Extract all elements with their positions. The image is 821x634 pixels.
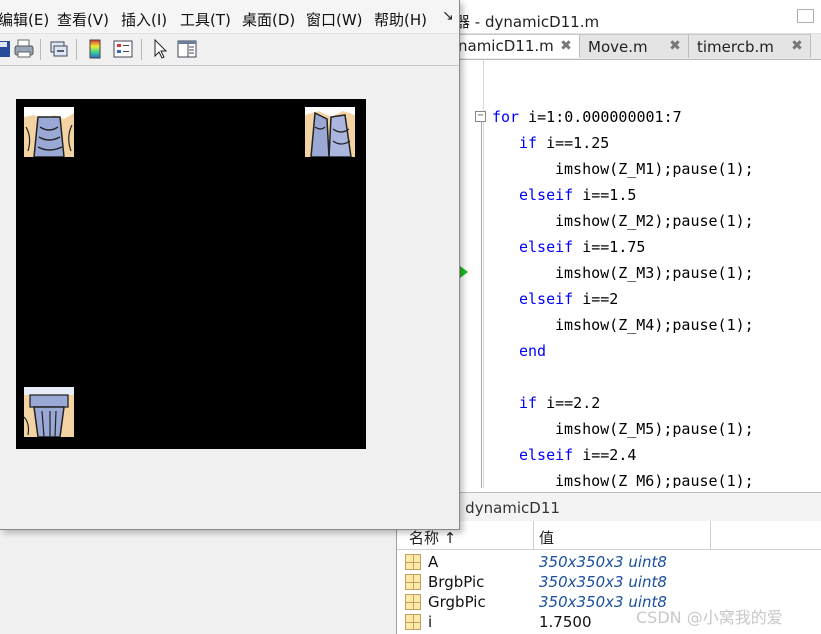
- variable-name: i: [428, 613, 433, 631]
- code-line[interactable]: elseif i==2.4: [519, 445, 636, 465]
- code-text: imshow(Z_M1);pause(1);: [555, 160, 754, 178]
- column-divider[interactable]: [710, 521, 711, 549]
- workspace-header: 名称 ↑ 值: [397, 521, 821, 550]
- menu-overflow-icon[interactable]: ↘: [442, 8, 454, 24]
- toolbar-separator: [76, 39, 77, 60]
- tab-move[interactable]: Move.m ✖: [580, 34, 689, 58]
- code-text: imshow(Z_M6);pause(1);: [555, 472, 754, 488]
- menu-window[interactable]: 窗口(W): [306, 9, 363, 30]
- variable-name: GrgbPic: [428, 593, 486, 611]
- colorbar-icon[interactable]: [84, 38, 106, 60]
- print-icon[interactable]: [13, 38, 35, 60]
- variable-value: 1.7500: [539, 613, 592, 631]
- code-line[interactable]: imshow(Z_M1);pause(1);: [555, 159, 754, 179]
- toolbar-separator: [40, 39, 41, 60]
- variable-value: 350x350x3 uint8: [539, 553, 667, 571]
- code-keyword: if: [519, 134, 538, 152]
- workspace-row[interactable]: BrgbPic 350x350x3 uint8: [397, 572, 821, 592]
- code-line[interactable]: elseif i==2: [519, 289, 618, 309]
- image-tile: [24, 387, 74, 437]
- figure-window: 编辑(E) 查看(V) 插入(I) 工具(T) 桌面(D) 窗口(W) 帮助(H…: [0, 0, 460, 530]
- workspace-titlebar[interactable]: - dynamicD11: [397, 492, 821, 522]
- code-text: imshow(Z_M2);pause(1);: [555, 212, 754, 230]
- close-icon[interactable]: ✖: [790, 38, 804, 54]
- code-text: i=1:0.000000001:7: [519, 108, 682, 126]
- code-keyword: end: [519, 342, 547, 360]
- menu-insert[interactable]: 插入(I): [121, 9, 167, 30]
- code-line[interactable]: if i==1.25: [519, 133, 609, 153]
- code-text: i==1.75: [573, 238, 646, 256]
- menu-view[interactable]: 查看(V): [57, 9, 109, 30]
- code-text: i==2.4: [573, 446, 637, 464]
- code-line[interactable]: end: [519, 341, 546, 361]
- code-text: imshow(Z_M3);pause(1);: [555, 264, 754, 282]
- tab-label: timercb.m: [697, 37, 774, 56]
- image-tile: [305, 107, 355, 157]
- image-tile: [24, 107, 74, 157]
- variable-icon: [405, 594, 421, 610]
- pointer-icon[interactable]: [149, 38, 171, 60]
- column-divider[interactable]: [533, 521, 534, 549]
- save-icon[interactable]: [0, 38, 14, 60]
- code-line[interactable]: if i==2.2: [519, 393, 600, 413]
- code-line[interactable]: imshow(Z_M2);pause(1);: [555, 211, 754, 231]
- property-editor-icon[interactable]: [176, 38, 198, 60]
- code-text: i==1.5: [573, 186, 637, 204]
- close-icon[interactable]: ✖: [668, 38, 682, 54]
- code-text: i==2.2: [537, 394, 601, 412]
- tab-dynamicD11[interactable]: namicD11.m ✖: [450, 34, 580, 58]
- maximize-button[interactable]: [797, 9, 814, 23]
- code-keyword: elseif: [519, 238, 574, 256]
- code-keyword: elseif: [519, 446, 574, 464]
- toolbar-separator: [141, 39, 142, 60]
- tab-timercb[interactable]: timercb.m ✖: [689, 34, 811, 58]
- legend-icon[interactable]: [112, 38, 134, 60]
- code-text: i==2: [573, 290, 619, 308]
- code-line[interactable]: imshow(Z_M5);pause(1);: [555, 419, 754, 439]
- workspace-row[interactable]: A 350x350x3 uint8: [397, 552, 821, 572]
- code-line[interactable]: imshow(Z_M4);pause(1);: [555, 315, 754, 335]
- execution-arrow-icon: [460, 266, 468, 278]
- editor-titlebar[interactable]: 器 - dynamicD11.m: [397, 0, 821, 34]
- tab-label: namicD11.m: [458, 37, 554, 55]
- code-line[interactable]: elseif i==1.75: [519, 237, 645, 257]
- code-line[interactable]: elseif i==1.5: [519, 185, 636, 205]
- code-line[interactable]: for i=1:0.000000001:7: [492, 107, 682, 127]
- fold-collapse-icon[interactable]: −: [475, 111, 486, 122]
- menu-desktop[interactable]: 桌面(D): [242, 9, 295, 30]
- variable-icon: [405, 614, 421, 630]
- watermark: CSDN @小窝我的爱: [636, 608, 783, 627]
- editor-tabbar: namicD11.m ✖ Move.m ✖ timercb.m ✖: [397, 34, 821, 60]
- menu-edit[interactable]: 编辑(E): [0, 9, 49, 30]
- tab-label: Move.m: [588, 37, 648, 56]
- close-icon[interactable]: ✖: [559, 38, 573, 54]
- code-keyword: for: [492, 108, 520, 126]
- code-text: imshow(Z_M4);pause(1);: [555, 316, 754, 334]
- fold-guide: [481, 122, 482, 488]
- menu-help[interactable]: 帮助(H): [374, 9, 427, 30]
- code-keyword: elseif: [519, 290, 574, 308]
- code-editor[interactable]: − for i=1:0.000000001:7 if i==1.25 imsho…: [397, 60, 821, 488]
- link-icon[interactable]: [48, 38, 70, 60]
- code-text: imshow(Z_M5);pause(1);: [555, 420, 754, 438]
- variable-name: A: [428, 553, 439, 571]
- code-line[interactable]: imshow(Z_M6);pause(1);: [555, 471, 754, 488]
- figure-toolbar: [0, 34, 459, 66]
- code-text: i==1.25: [537, 134, 610, 152]
- menu-bar: 编辑(E) 查看(V) 插入(I) 工具(T) 桌面(D) 窗口(W) 帮助(H…: [0, 0, 459, 34]
- column-header-name[interactable]: 名称 ↑: [409, 527, 456, 548]
- code-line[interactable]: imshow(Z_M3);pause(1);: [555, 263, 754, 283]
- variable-icon: [405, 574, 421, 590]
- editor-title: 器 - dynamicD11.m: [455, 13, 600, 31]
- variable-icon: [405, 554, 421, 570]
- variable-name: BrgbPic: [428, 573, 485, 591]
- workspace-title: - dynamicD11: [455, 499, 560, 517]
- code-keyword: elseif: [519, 186, 574, 204]
- figure-axes-image[interactable]: [16, 99, 366, 449]
- variable-value: 350x350x3 uint8: [539, 573, 667, 591]
- column-header-value[interactable]: 值: [539, 527, 554, 548]
- menu-tools[interactable]: 工具(T): [180, 9, 231, 30]
- code-keyword: if: [519, 394, 538, 412]
